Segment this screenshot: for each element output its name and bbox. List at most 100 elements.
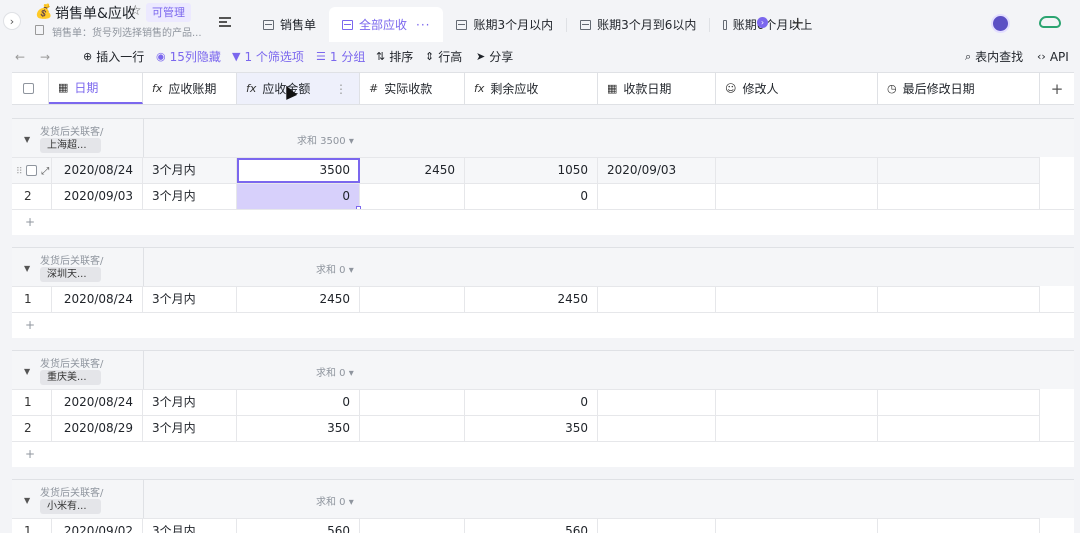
column-header-modifier[interactable]: ☺ 修改人 bbox=[716, 73, 878, 104]
page-description[interactable]: 销售单：货号列选择销售的产品... bbox=[52, 24, 202, 39]
cell-received-date[interactable]: 2020/09/03 bbox=[598, 158, 716, 183]
cell-term[interactable]: 3个月内 bbox=[143, 416, 237, 441]
undo-button[interactable]: ← bbox=[15, 49, 25, 65]
collapse-caret-icon[interactable]: ▼ bbox=[24, 135, 30, 144]
cell-date[interactable]: 2020/08/29 bbox=[52, 416, 143, 441]
select-all-cell[interactable] bbox=[12, 73, 49, 104]
cell-received-date[interactable] bbox=[598, 390, 716, 415]
cell-received[interactable] bbox=[360, 390, 465, 415]
cell-received[interactable]: 2450 bbox=[360, 158, 465, 183]
cell-received-date[interactable] bbox=[598, 519, 716, 533]
column-header-amount[interactable]: fx 应收金额 ⋮ bbox=[237, 73, 360, 104]
cell-date[interactable]: 2020/08/24 bbox=[52, 287, 143, 312]
cell-modifier[interactable] bbox=[716, 158, 878, 183]
page-title[interactable]: 销售单&应收 bbox=[55, 3, 136, 23]
column-header-date[interactable]: ▦ 日期 bbox=[49, 73, 143, 104]
cell-date[interactable]: 2020/09/02 bbox=[52, 519, 143, 533]
hidden-columns-button[interactable]: ◉ 15列隐藏 bbox=[156, 49, 221, 65]
expand-row-icon[interactable]: ⤢ bbox=[41, 166, 49, 177]
cell-term[interactable]: 3个月内 bbox=[143, 287, 237, 312]
group-button[interactable]: ☰ 1 分组 bbox=[316, 49, 365, 65]
cell-term[interactable]: 3个月内 bbox=[143, 519, 237, 533]
group-sum[interactable]: 求和 3500 ▾ bbox=[297, 132, 354, 147]
cell-last-modified[interactable] bbox=[878, 287, 1040, 312]
table-row[interactable]: 2 2020/08/29 3个月内 350 350 bbox=[12, 415, 1040, 441]
cell-term[interactable]: 3个月内 bbox=[143, 184, 237, 209]
permission-badge[interactable]: 可管理 bbox=[146, 3, 191, 22]
drag-handle-icon[interactable]: ⠿ bbox=[16, 167, 23, 177]
column-header-last-modified[interactable]: ◷ 最后修改日期 bbox=[878, 73, 1040, 104]
table-row[interactable]: 1 2020/08/24 3个月内 2450 2450 bbox=[12, 286, 1040, 312]
group-sum[interactable]: 求和 0 ▾ bbox=[316, 261, 354, 276]
cell-remaining[interactable]: 0 bbox=[465, 184, 598, 209]
cell-received[interactable] bbox=[360, 416, 465, 441]
group-value-chip[interactable]: 小米有... bbox=[40, 499, 101, 514]
cell-term[interactable]: 3个月内 bbox=[143, 158, 237, 183]
view-list-icon[interactable] bbox=[219, 17, 231, 27]
tab-within-3-months[interactable]: 账期3个月以内 bbox=[443, 7, 566, 42]
cell-amount[interactable]: 0 bbox=[237, 184, 360, 209]
cell-last-modified[interactable] bbox=[878, 184, 1040, 209]
tab-over-6-months[interactable]: 账期6个月以上 bbox=[710, 7, 825, 42]
cell-last-modified[interactable] bbox=[878, 390, 1040, 415]
tab-overflow-icon[interactable]: › bbox=[757, 17, 768, 28]
group-value-chip[interactable]: 深圳天... bbox=[40, 267, 101, 282]
cell-date[interactable]: 2020/08/24 bbox=[52, 158, 143, 183]
redo-button[interactable]: → bbox=[40, 49, 50, 65]
group-value-chip[interactable]: 重庆美... bbox=[40, 370, 101, 385]
column-header-received[interactable]: # 实际收款 bbox=[360, 73, 465, 104]
cell-received[interactable] bbox=[360, 287, 465, 312]
cell-amount[interactable]: 3500 bbox=[237, 158, 360, 183]
column-menu-icon[interactable]: ⋮ bbox=[335, 82, 347, 96]
collapse-caret-icon[interactable]: ▼ bbox=[24, 367, 30, 376]
tab-sales[interactable]: 销售单 bbox=[250, 7, 329, 42]
cell-received[interactable] bbox=[360, 184, 465, 209]
cell-last-modified[interactable] bbox=[878, 519, 1040, 533]
cell-received-date[interactable] bbox=[598, 416, 716, 441]
group-sum[interactable]: 求和 0 ▾ bbox=[316, 493, 354, 508]
cell-date[interactable]: 2020/09/03 bbox=[52, 184, 143, 209]
cell-term[interactable]: 3个月内 bbox=[143, 390, 237, 415]
cell-amount[interactable]: 560 bbox=[237, 519, 360, 533]
cell-modifier[interactable] bbox=[716, 184, 878, 209]
cell-last-modified[interactable] bbox=[878, 158, 1040, 183]
filter-button[interactable]: ▼ 1 个筛选项 bbox=[232, 49, 304, 65]
add-view-button[interactable]: + bbox=[791, 13, 804, 32]
cell-modifier[interactable] bbox=[716, 416, 878, 441]
column-header-received-date[interactable]: ▦ 收款日期 bbox=[598, 73, 716, 104]
cell-modifier[interactable] bbox=[716, 390, 878, 415]
column-header-term[interactable]: fx 应收账期 bbox=[143, 73, 237, 104]
tab-all-receivables[interactable]: 全部应收 ··· bbox=[329, 7, 444, 42]
expand-sidebar-button[interactable]: › bbox=[3, 12, 21, 30]
cell-last-modified[interactable] bbox=[878, 416, 1040, 441]
cell-received[interactable] bbox=[360, 519, 465, 533]
table-row[interactable]: 1 2020/09/02 3个月内 560 560 bbox=[12, 518, 1040, 533]
cell-remaining[interactable]: 0 bbox=[465, 390, 598, 415]
collapse-caret-icon[interactable]: ▼ bbox=[24, 264, 30, 273]
tab-3-to-6-months[interactable]: 账期3个月到6以内 bbox=[567, 7, 709, 42]
avatar[interactable] bbox=[991, 14, 1010, 33]
cell-remaining[interactable]: 2450 bbox=[465, 287, 598, 312]
add-row-button[interactable]: + bbox=[12, 312, 1074, 338]
group-value-chip[interactable]: 上海超... bbox=[40, 138, 101, 153]
cell-amount[interactable]: 350 bbox=[237, 416, 360, 441]
row-height-button[interactable]: ⇕ 行高 bbox=[425, 49, 462, 65]
cell-remaining[interactable]: 350 bbox=[465, 416, 598, 441]
cell-remaining[interactable]: 560 bbox=[465, 519, 598, 533]
cell-amount[interactable]: 0 bbox=[237, 390, 360, 415]
share-button[interactable]: ➤ 分享 bbox=[476, 49, 513, 65]
star-icon[interactable]: ☆ bbox=[129, 3, 142, 19]
select-all-checkbox[interactable] bbox=[23, 83, 34, 94]
cell-date[interactable]: 2020/08/24 bbox=[52, 390, 143, 415]
collapse-caret-icon[interactable]: ▼ bbox=[24, 496, 30, 505]
sort-button[interactable]: ⇅ 排序 bbox=[376, 49, 413, 65]
cell-received-date[interactable] bbox=[598, 184, 716, 209]
more-options-icon[interactable]: ··· bbox=[416, 18, 430, 32]
add-row-button[interactable]: + bbox=[12, 441, 1074, 467]
row-controls[interactable]: ⠿ ⤢ bbox=[12, 158, 52, 183]
cell-modifier[interactable] bbox=[716, 519, 878, 533]
insert-row-button[interactable]: ⊕ 插入一行 bbox=[83, 49, 144, 65]
cloud-sync-icon[interactable] bbox=[1039, 16, 1061, 28]
table-row[interactable]: 2 2020/09/03 3个月内 0 0 bbox=[12, 183, 1040, 209]
cell-amount[interactable]: 2450 bbox=[237, 287, 360, 312]
